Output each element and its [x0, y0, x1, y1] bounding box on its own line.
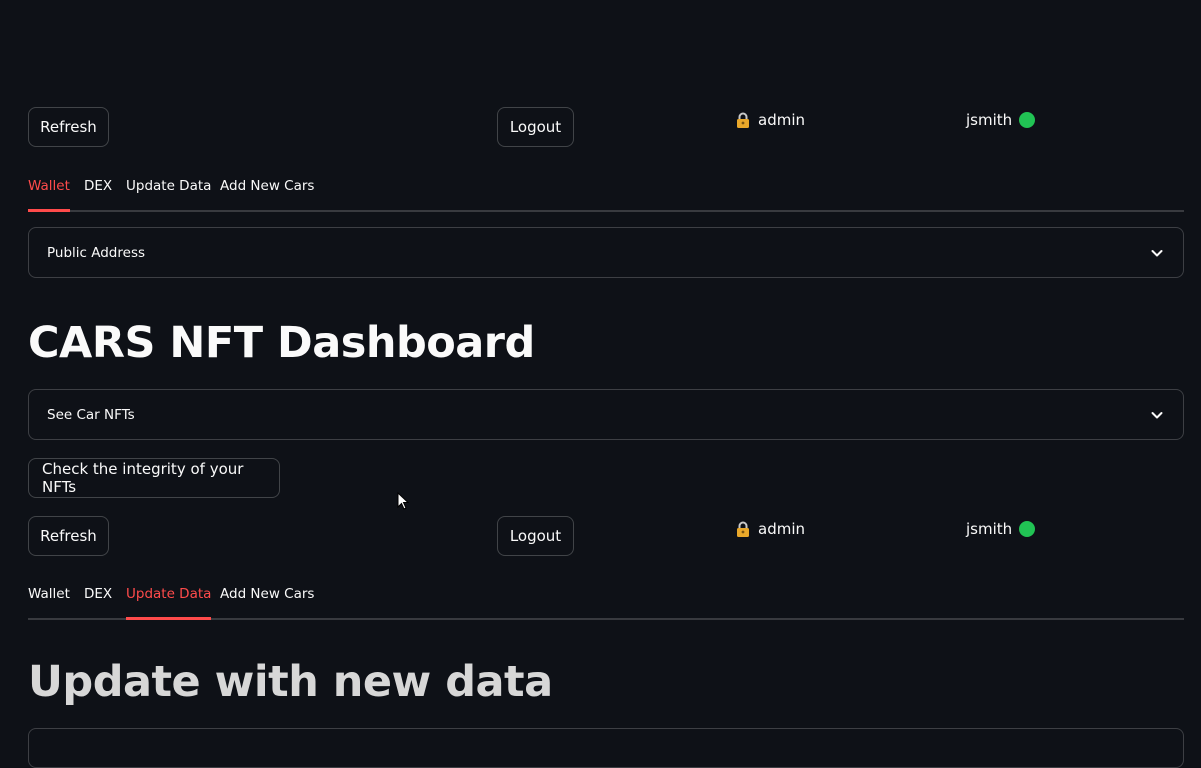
chevron-down-icon [1151, 412, 1163, 419]
user-indicator: jsmith [966, 520, 1036, 538]
mouse-cursor-icon [397, 492, 409, 510]
see-car-nfts-expander[interactable]: See Car NFTs [28, 389, 1184, 440]
tab-add-new-cars[interactable]: Add New Cars [220, 172, 314, 210]
tab-wallet[interactable]: Wallet [28, 580, 70, 618]
tab-add-new-cars[interactable]: Add New Cars [220, 580, 314, 618]
chevron-down-icon [1151, 250, 1163, 257]
role-label: admin [758, 520, 805, 538]
online-status-icon [1019, 521, 1036, 537]
refresh-button[interactable]: Refresh [28, 107, 109, 147]
username-label: jsmith [966, 520, 1013, 538]
main-tabs: Wallet DEX Update Data Add New Cars [28, 172, 1184, 212]
online-status-icon [1019, 112, 1036, 128]
user-indicator: jsmith [966, 111, 1036, 129]
username-label: jsmith [966, 111, 1013, 129]
section-title: Update with new data [28, 657, 553, 707]
page-title: CARS NFT Dashboard [28, 318, 535, 368]
admin-role-indicator: admin [735, 520, 805, 538]
role-label: admin [758, 111, 805, 129]
tab-dex[interactable]: DEX [84, 580, 112, 618]
admin-role-indicator: admin [735, 111, 805, 129]
tab-update-data[interactable]: Update Data [126, 172, 211, 210]
main-tabs: Wallet DEX Update Data Add New Cars [28, 580, 1184, 620]
lock-icon [737, 112, 749, 128]
logout-button[interactable]: Logout [497, 107, 574, 147]
lock-icon [737, 521, 749, 537]
expander-label: Public Address [47, 244, 146, 261]
partial-expander[interactable] [28, 728, 1184, 768]
tab-dex[interactable]: DEX [84, 172, 112, 210]
tab-wallet[interactable]: Wallet [28, 172, 70, 212]
refresh-button[interactable]: Refresh [28, 516, 109, 556]
check-integrity-button[interactable]: Check the integrity of your NFTs [28, 458, 280, 498]
tab-update-data[interactable]: Update Data [126, 580, 212, 620]
public-address-expander[interactable]: Public Address [28, 227, 1184, 278]
logout-button[interactable]: Logout [497, 516, 574, 556]
expander-label: See Car NFTs [47, 406, 135, 423]
